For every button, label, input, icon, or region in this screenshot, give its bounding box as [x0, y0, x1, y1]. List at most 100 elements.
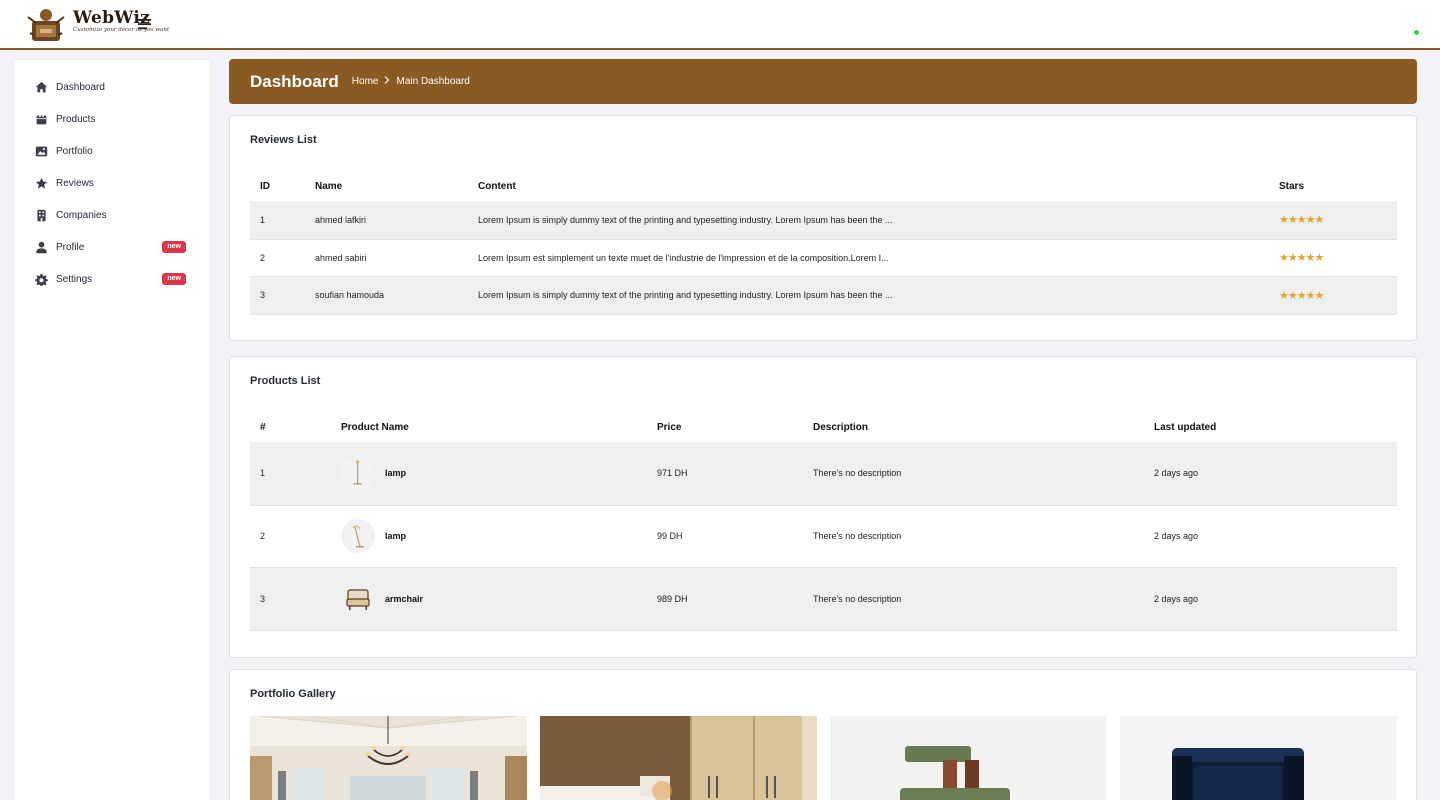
- breadcrumb: Home Main Dashboard: [352, 76, 470, 87]
- product-price: 989 DH: [647, 567, 803, 631]
- product-name: lamp: [385, 531, 407, 541]
- sidebar-item-settings[interactable]: Settings new: [14, 266, 210, 292]
- sidebar-item-profile[interactable]: Profile new: [14, 234, 210, 260]
- gallery-image[interactable]: [540, 716, 817, 800]
- sidebar-item-label: Profile: [56, 241, 85, 253]
- review-content: Lorem Ipsum est simplement un texte muet…: [468, 239, 1269, 277]
- products-card: Products List # Product Name Price Descr…: [229, 356, 1417, 658]
- chevron-right-icon: [384, 76, 390, 87]
- product-price: 99 DH: [647, 505, 803, 568]
- review-name: soufian hamouda: [305, 276, 468, 315]
- table-header-row: # Product Name Price Description Last up…: [250, 412, 1397, 442]
- column-header: Name: [315, 180, 343, 192]
- brand-logo[interactable]: [24, 3, 68, 47]
- product-thumbnail: [341, 519, 375, 553]
- new-badge: new: [162, 273, 186, 285]
- sidebar-item-label: Companies: [56, 209, 107, 221]
- sidebar: Dashboard Products Portfolio Reviews Com…: [14, 60, 210, 800]
- product-description: There's no description: [803, 567, 1144, 631]
- review-content: Lorem Ipsum is simply dummy text of the …: [468, 276, 1269, 315]
- page-title: Dashboard: [250, 71, 339, 91]
- reviews-table: ID Name Content Stars 1 ahmed lafkiri Lo…: [250, 171, 1397, 315]
- table-row[interactable]: 3 soufian hamouda Lorem Ipsum is simply …: [250, 276, 1397, 315]
- product-thumbnail: [341, 582, 375, 616]
- portfolio-card: Portfolio Gallery: [229, 669, 1417, 800]
- gallery-image[interactable]: [250, 716, 527, 800]
- column-header: Product Name: [341, 421, 409, 433]
- column-header: Price: [657, 421, 682, 433]
- new-badge: new: [162, 241, 186, 253]
- breadcrumb-current: Main Dashboard: [396, 76, 470, 87]
- table-row[interactable]: 2 ahmed sabiri Lorem Ipsum est simplemen…: [250, 239, 1397, 277]
- gallery-image[interactable]: [1120, 716, 1397, 800]
- rating-stars-icon: ★★★★★: [1279, 252, 1324, 264]
- column-header: Content: [478, 180, 516, 192]
- page-header: Dashboard Home Main Dashboard: [229, 59, 1417, 104]
- review-stars: ★★★★★: [1269, 276, 1397, 315]
- gallery-image[interactable]: [830, 716, 1107, 800]
- column-header: #: [260, 421, 266, 433]
- table-row[interactable]: 2 lamp 99 DH There's no description 2 da…: [250, 505, 1397, 568]
- product-updated: 2 days ago: [1144, 567, 1397, 631]
- column-header: ID: [260, 180, 270, 192]
- product-name: lamp: [385, 468, 407, 479]
- rating-stars-icon: ★★★★★: [1279, 214, 1324, 227]
- review-id: 2: [250, 239, 305, 277]
- top-navbar: WebWiz Customize your décor as you want: [0, 0, 1440, 50]
- products-title: Products List: [250, 375, 321, 387]
- sidebar-item-products[interactable]: Products: [14, 106, 210, 132]
- product-price: 971 DH: [647, 442, 803, 506]
- product-number: 2: [250, 505, 331, 568]
- product-name-cell: armchair: [331, 567, 647, 631]
- column-header: Description: [813, 421, 869, 433]
- product-number: 3: [250, 567, 331, 631]
- product-description: There's no description: [803, 442, 1144, 506]
- product-description: There's no description: [803, 505, 1144, 568]
- sidebar-item-companies[interactable]: Companies: [14, 202, 210, 228]
- table-row[interactable]: 1 lamp 971 DH There's no description 2 d…: [250, 442, 1397, 506]
- product-updated: 2 days ago: [1144, 505, 1397, 568]
- product-number: 1: [250, 442, 331, 506]
- rating-stars-icon: ★★★★★: [1279, 289, 1324, 302]
- product-name-cell: lamp: [331, 442, 647, 506]
- sidebar-item-label: Settings: [56, 273, 93, 285]
- column-header: Last updated: [1154, 421, 1217, 433]
- table-row[interactable]: 3 armchair 989 DH There's no description…: [250, 567, 1397, 631]
- review-content: Lorem Ipsum is simply dummy text of the …: [468, 201, 1269, 240]
- product-thumbnail: [341, 456, 375, 491]
- review-id: 1: [250, 201, 305, 240]
- review-id: 3: [250, 276, 305, 315]
- portfolio-title: Portfolio Gallery: [250, 688, 336, 700]
- sidebar-item-portfolio[interactable]: Portfolio: [14, 138, 210, 164]
- online-status-dot: [1414, 30, 1419, 35]
- sidebar-item-reviews[interactable]: Reviews: [14, 170, 210, 196]
- breadcrumb-home-link[interactable]: Home: [352, 76, 379, 87]
- building-icon: [34, 208, 48, 222]
- brand: WebWiz Customize your décor as you want: [73, 9, 169, 34]
- table-header-row: ID Name Content Stars: [250, 171, 1397, 201]
- brand-name: WebWiz: [73, 8, 151, 28]
- brand-tagline: Customize your décor as you want: [73, 27, 170, 33]
- sidebar-item-label: Portfolio: [56, 145, 93, 157]
- review-stars: ★★★★★: [1269, 201, 1397, 240]
- sidebar-item-dashboard[interactable]: Dashboard: [14, 74, 210, 100]
- review-stars: ★★★★★: [1269, 239, 1397, 277]
- review-name: ahmed lafkiri: [305, 201, 468, 240]
- image-icon: [34, 144, 48, 158]
- product-updated: 2 days ago: [1144, 442, 1397, 506]
- reviews-title: Reviews List: [250, 134, 317, 146]
- star-icon: [34, 176, 48, 190]
- box-icon: [34, 112, 48, 126]
- sidebar-item-label: Products: [56, 113, 96, 125]
- reviews-card: Reviews List ID Name Content Stars 1 ahm…: [229, 115, 1417, 341]
- user-icon: [34, 240, 48, 254]
- hamburger-menu-icon[interactable]: [137, 16, 153, 32]
- gear-icon: [34, 272, 48, 286]
- sidebar-item-label: Dashboard: [56, 81, 105, 93]
- home-icon: [34, 80, 48, 94]
- review-name: ahmed sabiri: [305, 239, 468, 277]
- products-table: # Product Name Price Description Last up…: [250, 412, 1397, 631]
- product-name-cell: lamp: [331, 505, 647, 568]
- table-row[interactable]: 1 ahmed lafkiri Lorem Ipsum is simply du…: [250, 201, 1397, 240]
- column-header: Stars: [1279, 180, 1305, 192]
